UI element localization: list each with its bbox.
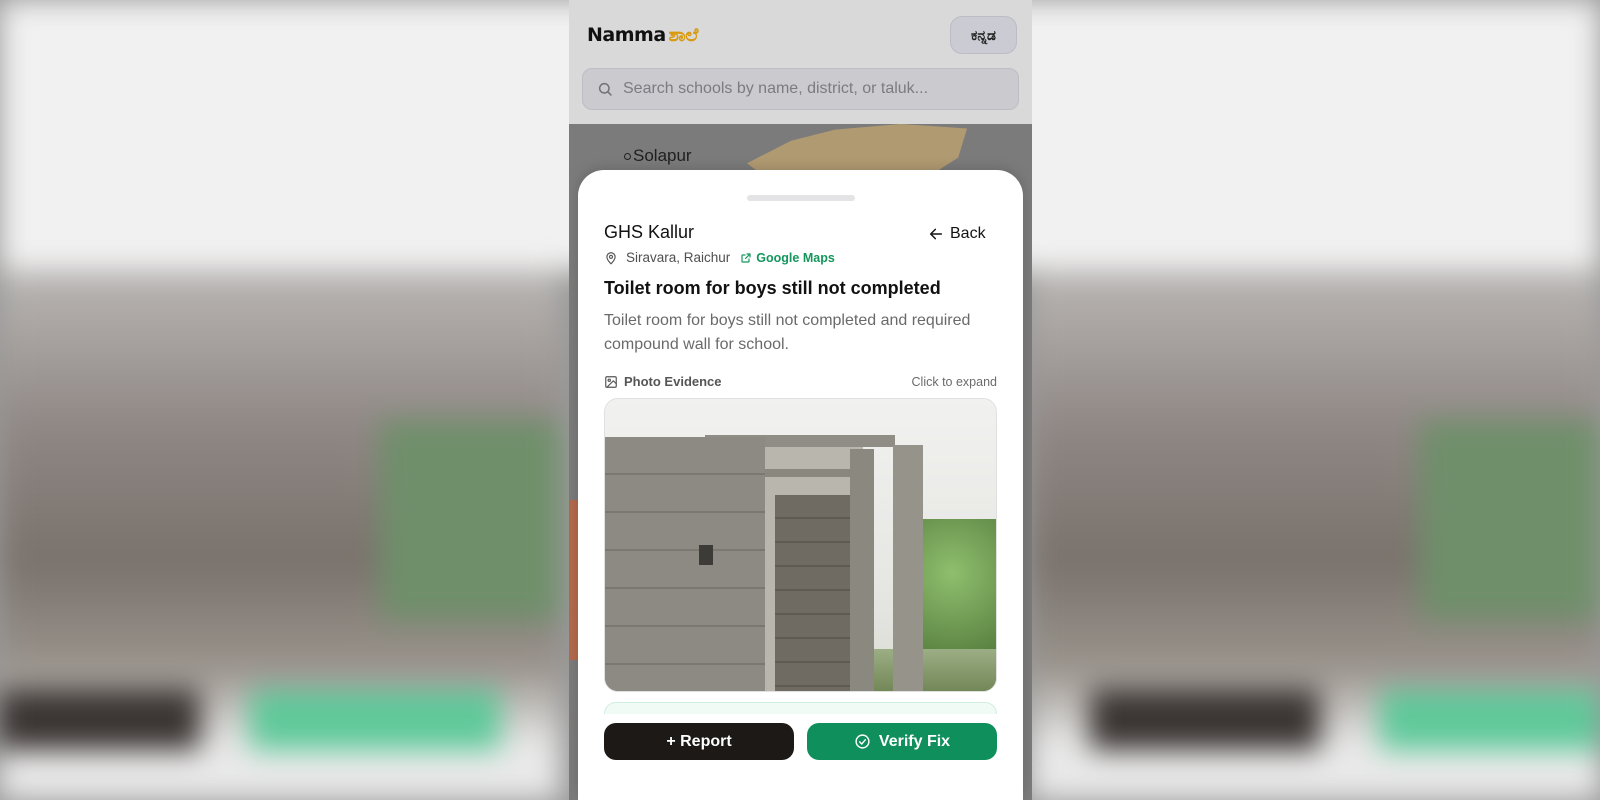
map-pin-icon bbox=[606, 251, 616, 264]
google-maps-link[interactable]: Google Maps bbox=[740, 250, 835, 265]
image-icon bbox=[605, 375, 617, 388]
map-city-label: Solapur bbox=[624, 146, 692, 165]
logo-accent-text: ಶಾಲೆ bbox=[668, 24, 699, 46]
school-detail-sheet: GHS Kallur Back Siravara, Raichur Google… bbox=[578, 170, 1023, 800]
photo-evidence-label-row: Photo Evidence bbox=[604, 374, 722, 389]
verify-fix-button[interactable]: Verify Fix bbox=[807, 723, 997, 760]
photo-expand-hint: Click to expand bbox=[911, 374, 997, 389]
check-circle-icon bbox=[855, 734, 870, 749]
app-logo: Namma ಶಾಲೆ bbox=[587, 24, 698, 46]
google-maps-link-label: Google Maps bbox=[756, 250, 835, 265]
back-button-label: Back bbox=[950, 225, 986, 242]
logo-main-text: Namma bbox=[587, 24, 666, 46]
search-input[interactable] bbox=[623, 80, 1003, 98]
photo-evidence-image[interactable] bbox=[604, 398, 997, 692]
language-toggle-button[interactable]: ಕನ್ನಡ bbox=[950, 16, 1017, 54]
app-header: Namma ಶಾಲೆ ಕನ್ನಡ bbox=[569, 0, 1032, 124]
search-bar[interactable] bbox=[582, 68, 1019, 110]
photo-evidence-label: Photo Evidence bbox=[624, 374, 722, 389]
report-button[interactable]: + Report bbox=[604, 723, 794, 760]
search-icon bbox=[598, 82, 612, 96]
school-location-row: Siravara, Raichur Google Maps bbox=[604, 250, 835, 265]
back-button[interactable]: Back bbox=[928, 225, 986, 243]
arrow-left-icon bbox=[929, 228, 943, 240]
school-name: GHS Kallur bbox=[604, 222, 695, 242]
verify-fix-label: Verify Fix bbox=[878, 732, 951, 750]
app-frame: Solapur Nammaಶಾಲೆ ಕನ್ನಡ GHS Kallur Back … bbox=[569, 0, 1032, 800]
issue-title: Toilet room for boys still not completed bbox=[604, 278, 941, 298]
action-bar: + Report Verify Fix bbox=[578, 714, 1023, 800]
external-link-icon bbox=[741, 252, 751, 263]
school-location: Siravara, Raichur bbox=[626, 250, 731, 265]
issue-description: Toilet room for boys still not completed… bbox=[604, 312, 971, 353]
photo-evidence-header: Photo Evidence Click to expand bbox=[604, 374, 997, 389]
sheet-drag-handle[interactable] bbox=[747, 195, 855, 201]
